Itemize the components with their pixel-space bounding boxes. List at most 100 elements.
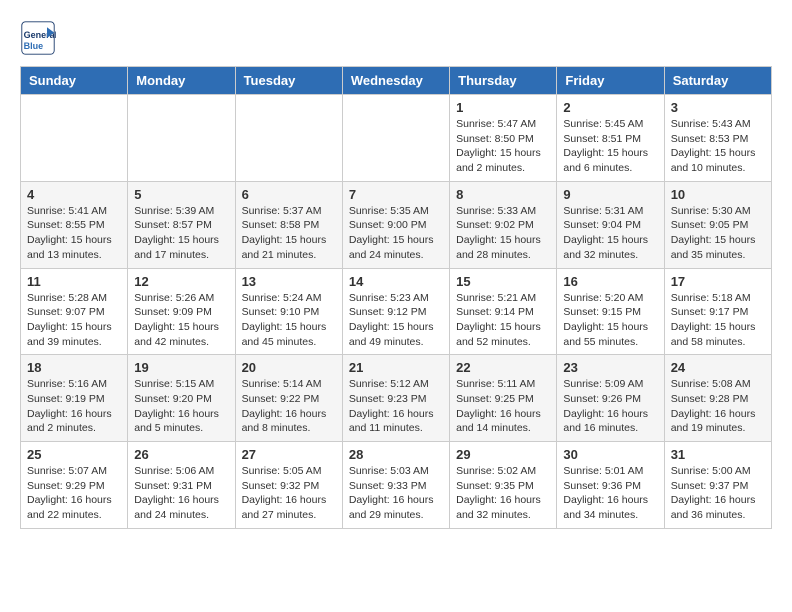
day-number: 9 [563, 187, 657, 202]
weekday-header-saturday: Saturday [664, 67, 771, 95]
calendar-cell: 7 Sunrise: 5:35 AM Sunset: 9:00 PM Daylig… [342, 181, 449, 268]
svg-text:Blue: Blue [24, 41, 44, 51]
calendar-cell: 23Sunrise: 5:09 AM Sunset: 9:26 PM Dayli… [557, 355, 664, 442]
calendar-cell: 29 Sunrise: 5:02 AM Sunset: 9:35 PM Dayli… [450, 442, 557, 529]
day-info: Sunrise: 5:05 AM Sunset: 9:32 PM Dayligh… [242, 464, 336, 523]
day-info: Sunrise: 5:07 AM Sunset: 9:29 PM Dayligh… [27, 464, 121, 523]
day-number: 22 [456, 360, 550, 375]
day-number: 13 [242, 274, 336, 289]
day-info: Sunrise: 5:39 AM Sunset: 8:57 PM Dayligh… [134, 204, 228, 263]
day-number: 20 [242, 360, 336, 375]
calendar-cell: 2Sunrise: 5:45 AM Sunset: 8:51 PM Daylig… [557, 95, 664, 182]
weekday-header-friday: Friday [557, 67, 664, 95]
calendar-week-3: 11 Sunrise: 5:28 AM Sunset: 9:07 PM Dayli… [21, 268, 772, 355]
day-number: 31 [671, 447, 765, 462]
calendar-cell: 4 Sunrise: 5:41 AM Sunset: 8:55 PM Daylig… [21, 181, 128, 268]
day-number: 30 [563, 447, 657, 462]
day-info: Sunrise: 5:08 AM Sunset: 9:28 PM Dayligh… [671, 377, 765, 436]
calendar-cell: 11 Sunrise: 5:28 AM Sunset: 9:07 PM Dayli… [21, 268, 128, 355]
day-info: Sunrise: 5:14 AM Sunset: 9:22 PM Dayligh… [242, 377, 336, 436]
calendar-cell: 1Sunrise: 5:47 AM Sunset: 8:50 PM Daylig… [450, 95, 557, 182]
day-info: Sunrise: 5:11 AM Sunset: 9:25 PM Dayligh… [456, 377, 550, 436]
calendar-week-5: 25 Sunrise: 5:07 AM Sunset: 9:29 PM Dayli… [21, 442, 772, 529]
day-number: 10 [671, 187, 765, 202]
day-info: Sunrise: 5:26 AM Sunset: 9:09 PM Dayligh… [134, 291, 228, 350]
day-info: Sunrise: 5:18 AM Sunset: 9:17 PM Dayligh… [671, 291, 765, 350]
day-number: 7 [349, 187, 443, 202]
day-number: 26 [134, 447, 228, 462]
calendar-cell: 25 Sunrise: 5:07 AM Sunset: 9:29 PM Dayli… [21, 442, 128, 529]
calendar-cell: 21Sunrise: 5:12 AM Sunset: 9:23 PM Dayli… [342, 355, 449, 442]
day-number: 4 [27, 187, 121, 202]
calendar-table: SundayMondayTuesdayWednesdayThursdayFrid… [20, 66, 772, 529]
day-number: 25 [27, 447, 121, 462]
day-number: 14 [349, 274, 443, 289]
calendar-cell: 16 Sunrise: 5:20 AM Sunset: 9:15 PM Dayli… [557, 268, 664, 355]
calendar-cell: 13 Sunrise: 5:24 AM Sunset: 9:10 PM Dayli… [235, 268, 342, 355]
calendar-cell: 24 Sunrise: 5:08 AM Sunset: 9:28 PM Dayli… [664, 355, 771, 442]
day-info: Sunrise: 5:06 AM Sunset: 9:31 PM Dayligh… [134, 464, 228, 523]
day-info: Sunrise: 5:16 AM Sunset: 9:19 PM Dayligh… [27, 377, 121, 436]
day-number: 12 [134, 274, 228, 289]
calendar-cell: 20 Sunrise: 5:14 AM Sunset: 9:22 PM Dayli… [235, 355, 342, 442]
calendar-cell: 12 Sunrise: 5:26 AM Sunset: 9:09 PM Dayli… [128, 268, 235, 355]
calendar-cell: 10 Sunrise: 5:30 AM Sunset: 9:05 PM Dayli… [664, 181, 771, 268]
day-info: Sunrise: 5:24 AM Sunset: 9:10 PM Dayligh… [242, 291, 336, 350]
calendar-week-1: 1Sunrise: 5:47 AM Sunset: 8:50 PM Daylig… [21, 95, 772, 182]
page-header: General Blue [20, 20, 772, 56]
day-number: 23 [563, 360, 657, 375]
day-info: Sunrise: 5:31 AM Sunset: 9:04 PM Dayligh… [563, 204, 657, 263]
day-number: 11 [27, 274, 121, 289]
day-info: Sunrise: 5:35 AM Sunset: 9:00 PM Dayligh… [349, 204, 443, 263]
logo: General Blue [20, 20, 60, 56]
weekday-header-tuesday: Tuesday [235, 67, 342, 95]
day-number: 29 [456, 447, 550, 462]
day-info: Sunrise: 5:30 AM Sunset: 9:05 PM Dayligh… [671, 204, 765, 263]
calendar-cell: 9 Sunrise: 5:31 AM Sunset: 9:04 PM Daylig… [557, 181, 664, 268]
day-info: Sunrise: 5:37 AM Sunset: 8:58 PM Dayligh… [242, 204, 336, 263]
calendar-cell: 17 Sunrise: 5:18 AM Sunset: 9:17 PM Dayli… [664, 268, 771, 355]
day-number: 17 [671, 274, 765, 289]
day-info: Sunrise: 5:28 AM Sunset: 9:07 PM Dayligh… [27, 291, 121, 350]
day-number: 18 [27, 360, 121, 375]
calendar-cell: 6 Sunrise: 5:37 AM Sunset: 8:58 PM Daylig… [235, 181, 342, 268]
calendar-cell: 31 Sunrise: 5:00 AM Sunset: 9:37 PM Dayli… [664, 442, 771, 529]
calendar-cell: 8Sunrise: 5:33 AM Sunset: 9:02 PM Daylig… [450, 181, 557, 268]
day-info: Sunrise: 5:23 AM Sunset: 9:12 PM Dayligh… [349, 291, 443, 350]
calendar-cell: 19 Sunrise: 5:15 AM Sunset: 9:20 PM Dayli… [128, 355, 235, 442]
calendar-cell [342, 95, 449, 182]
day-number: 6 [242, 187, 336, 202]
weekday-header-wednesday: Wednesday [342, 67, 449, 95]
calendar-cell: 30 Sunrise: 5:01 AM Sunset: 9:36 PM Dayli… [557, 442, 664, 529]
day-info: Sunrise: 5:01 AM Sunset: 9:36 PM Dayligh… [563, 464, 657, 523]
weekday-header-thursday: Thursday [450, 67, 557, 95]
calendar-cell: 26 Sunrise: 5:06 AM Sunset: 9:31 PM Dayli… [128, 442, 235, 529]
calendar-cell: 15Sunrise: 5:21 AM Sunset: 9:14 PM Dayli… [450, 268, 557, 355]
calendar-week-2: 4 Sunrise: 5:41 AM Sunset: 8:55 PM Daylig… [21, 181, 772, 268]
day-info: Sunrise: 5:41 AM Sunset: 8:55 PM Dayligh… [27, 204, 121, 263]
day-number: 5 [134, 187, 228, 202]
day-number: 1 [456, 100, 550, 115]
calendar-body: 1Sunrise: 5:47 AM Sunset: 8:50 PM Daylig… [21, 95, 772, 529]
calendar-cell: 18 Sunrise: 5:16 AM Sunset: 9:19 PM Dayli… [21, 355, 128, 442]
day-number: 8 [456, 187, 550, 202]
day-info: Sunrise: 5:43 AM Sunset: 8:53 PM Dayligh… [671, 117, 765, 176]
calendar-cell: 22 Sunrise: 5:11 AM Sunset: 9:25 PM Dayli… [450, 355, 557, 442]
day-number: 3 [671, 100, 765, 115]
day-info: Sunrise: 5:03 AM Sunset: 9:33 PM Dayligh… [349, 464, 443, 523]
day-number: 24 [671, 360, 765, 375]
calendar-cell [21, 95, 128, 182]
day-number: 15 [456, 274, 550, 289]
day-info: Sunrise: 5:02 AM Sunset: 9:35 PM Dayligh… [456, 464, 550, 523]
weekday-header-row: SundayMondayTuesdayWednesdayThursdayFrid… [21, 67, 772, 95]
day-info: Sunrise: 5:00 AM Sunset: 9:37 PM Dayligh… [671, 464, 765, 523]
day-info: Sunrise: 5:20 AM Sunset: 9:15 PM Dayligh… [563, 291, 657, 350]
calendar-header: SundayMondayTuesdayWednesdayThursdayFrid… [21, 67, 772, 95]
calendar-cell: 5 Sunrise: 5:39 AM Sunset: 8:57 PM Daylig… [128, 181, 235, 268]
day-number: 19 [134, 360, 228, 375]
day-number: 16 [563, 274, 657, 289]
weekday-header-monday: Monday [128, 67, 235, 95]
day-info: Sunrise: 5:15 AM Sunset: 9:20 PM Dayligh… [134, 377, 228, 436]
calendar-cell: 3 Sunrise: 5:43 AM Sunset: 8:53 PM Daylig… [664, 95, 771, 182]
day-info: Sunrise: 5:12 AM Sunset: 9:23 PM Dayligh… [349, 377, 443, 436]
